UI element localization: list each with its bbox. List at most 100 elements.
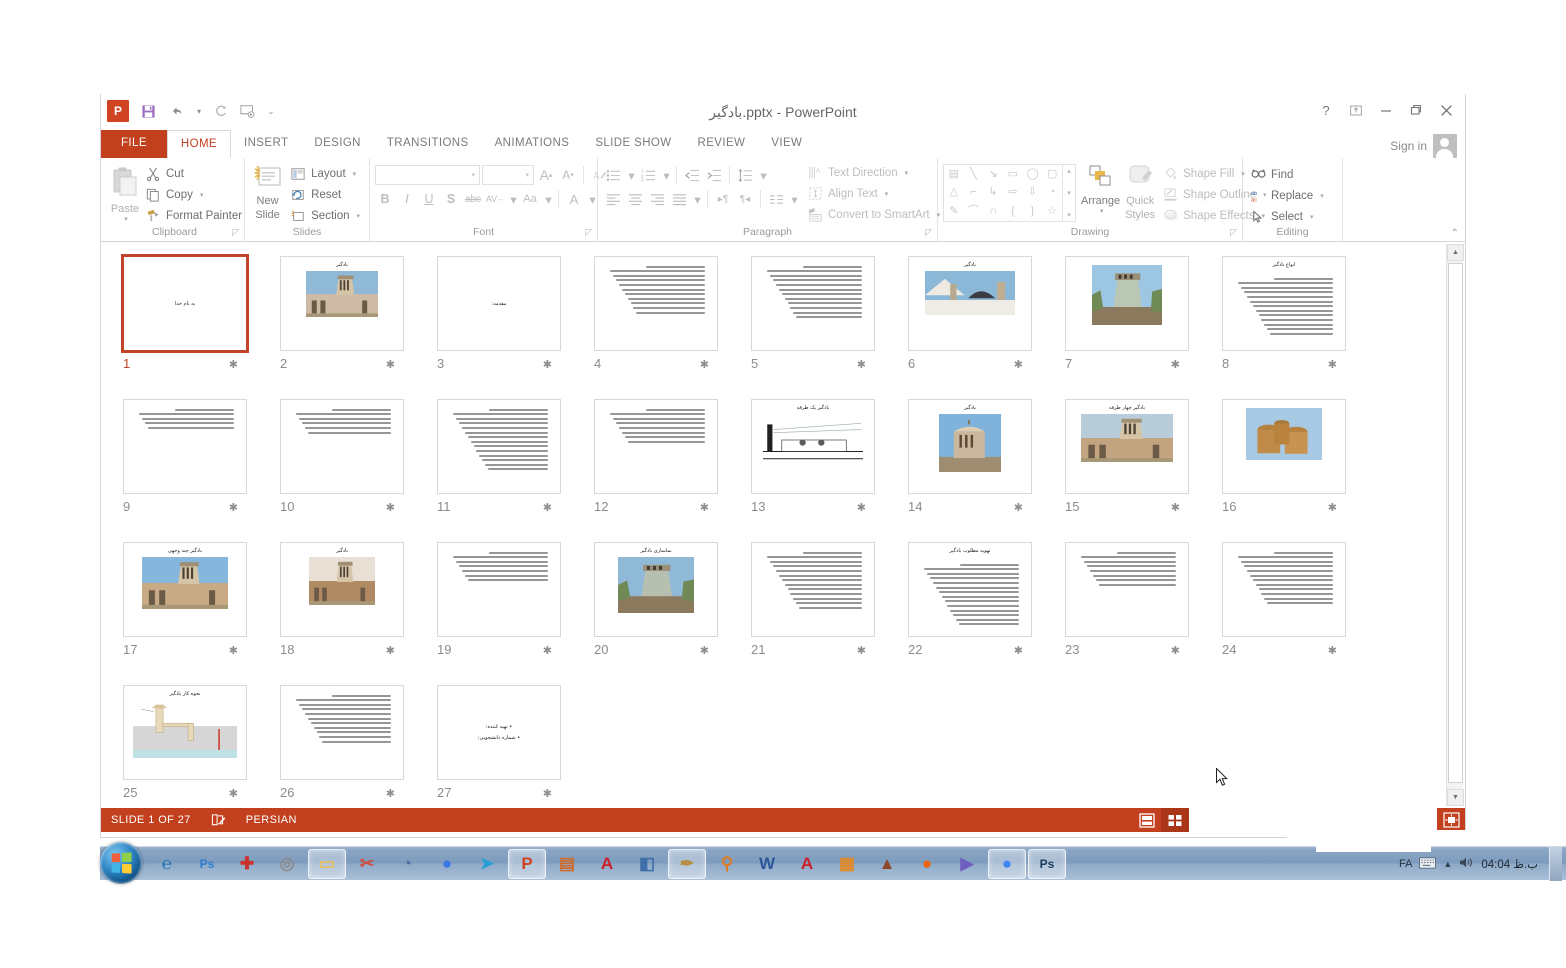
align-text-dropdown-icon[interactable]: ▾ (885, 190, 889, 198)
slide-animation-star-icon[interactable]: ✱ (543, 787, 552, 800)
slide-thumbnail[interactable] (594, 256, 718, 351)
slide-animation-star-icon[interactable]: ✱ (229, 644, 238, 657)
taskbar-item-windows-explorer[interactable]: ▭ (308, 848, 346, 879)
slide-animation-star-icon[interactable]: ✱ (543, 358, 552, 371)
scroll-down-button[interactable]: ▼ (1447, 789, 1464, 806)
taskbar-item-internet-explorer[interactable]: ℮ (148, 849, 186, 879)
redo-icon[interactable] (207, 99, 233, 123)
character-spacing-dropdown-icon[interactable]: ▾ (509, 189, 518, 209)
select-button[interactable]: Select ▾ (1248, 207, 1328, 226)
slide-thumbnail-cell[interactable]: 16 ✱ (1210, 393, 1367, 536)
slide-thumbnail[interactable]: انواع بادگیر (1222, 256, 1346, 351)
replace-dropdown-icon[interactable]: ▾ (1320, 192, 1324, 200)
triangle-shape-icon[interactable]: △ (950, 187, 958, 198)
arrange-dropdown-icon[interactable]: ▾ (1100, 207, 1104, 215)
show-hidden-icons-button[interactable]: ▲ (1443, 859, 1452, 869)
text-shadow-button[interactable]: S (441, 189, 461, 209)
help-button[interactable]: ? (1311, 98, 1341, 122)
customize-qat-icon[interactable]: ⌄ (265, 99, 277, 123)
shapes-gallery-scroll[interactable]: ▴ ▾ ▾ (1063, 164, 1076, 222)
shapes-more-icon[interactable]: ▾ (1067, 211, 1071, 219)
slide-thumbnail-cell[interactable]: بادگیر یک طرفه 13 ✱ (739, 393, 896, 536)
slide-animation-star-icon[interactable]: ✱ (1014, 501, 1023, 514)
bullets-button[interactable] (603, 165, 623, 185)
down-arrow-shape-icon[interactable]: ⇩ (1028, 187, 1037, 198)
taskbar-item-autocad[interactable]: A (788, 849, 826, 879)
show-desktop-button[interactable] (1549, 847, 1562, 881)
restore-button[interactable] (1401, 98, 1431, 122)
taskbar-item-media-player[interactable]: ▶ (948, 849, 986, 879)
justify-button[interactable] (669, 189, 689, 209)
font-color-dropdown-icon[interactable]: ▾ (588, 189, 597, 209)
strikethrough-button[interactable]: abc (463, 189, 483, 209)
slide-thumbnail[interactable]: • تهیه کننده: • شماره دانشجویی: (437, 685, 561, 780)
slide-thumbnail[interactable] (123, 399, 247, 494)
slide-thumbnail-cell[interactable]: 5 ✱ (739, 250, 896, 393)
slide-animation-star-icon[interactable]: ✱ (543, 501, 552, 514)
taskbar-item-powerpoint[interactable]: P (508, 848, 546, 879)
rtl-direction-button[interactable]: ¶◂ (735, 189, 755, 209)
slide-animation-star-icon[interactable]: ✱ (229, 501, 238, 514)
taskbar-item-search-everything[interactable]: ⚲ (708, 849, 746, 879)
slide-animation-star-icon[interactable]: ✱ (1014, 644, 1023, 657)
slide-thumbnail-cell[interactable]: 10 ✱ (268, 393, 425, 536)
taskbar-item-photoshop[interactable]: Ps (1028, 848, 1066, 879)
tab-review[interactable]: REVIEW (685, 130, 759, 158)
rounded-rect-shape-icon[interactable]: ▢ (1047, 168, 1057, 180)
drawing-dialog-launcher[interactable]: ◸ (1230, 227, 1237, 238)
italic-button[interactable]: I (397, 189, 417, 209)
scroll-up-button[interactable]: ▲ (1447, 244, 1464, 261)
slide-thumbnail-cell[interactable]: 26 ✱ (268, 679, 425, 808)
start-slideshow-icon[interactable] (235, 99, 261, 123)
slide-sorter-view-button[interactable] (1161, 808, 1189, 832)
slide-animation-star-icon[interactable]: ✱ (1328, 644, 1337, 657)
slide-thumbnail-cell[interactable]: 12 ✱ (582, 393, 739, 536)
slide-thumbnail[interactable]: نحوه کار بادگیر (123, 685, 247, 780)
slide-thumbnail-cell[interactable]: انواع بادگیر 8 ✱ (1210, 250, 1367, 393)
ribbon-display-options-button[interactable] (1341, 98, 1371, 122)
slide-thumbnail-cell[interactable]: 7 ✱ (1053, 250, 1210, 393)
slide-thumbnail[interactable] (437, 542, 561, 637)
textbox-shape-icon[interactable]: ▤ (949, 168, 959, 180)
slide-thumbnail-cell[interactable]: 19 ✱ (425, 536, 582, 679)
shapes-scroll-down-icon[interactable]: ▾ (1067, 189, 1071, 197)
underline-button[interactable]: U (419, 189, 439, 209)
zoom-slider[interactable] (1189, 808, 1437, 832)
slide-thumbnail[interactable]: بادگیر یک طرفه (751, 399, 875, 494)
taskbar-item-camera-tool[interactable]: ◎ (268, 849, 306, 879)
slide-sorter-pane[interactable]: به نام خدا 1 ✱ بادگیر 2 ✱ مقدمه: 3 ✱ 4 ✱ 5… (101, 242, 1465, 808)
shapes-gallery[interactable]: ▤ ╲ ↘ ▭ ◯ ▢ △ ⌐ ↳ ⇨ ⇩ ◔ ✎ ⌒ ∩ {} ☆ (943, 164, 1063, 222)
align-left-button[interactable] (603, 189, 623, 209)
slide-thumbnail-cell[interactable]: نحوه کار بادگیر 25 ✱ (111, 679, 268, 808)
slide-thumbnail[interactable] (1222, 542, 1346, 637)
slide-thumbnail[interactable] (1065, 256, 1189, 351)
rectangle-shape-icon[interactable]: ▭ (1008, 168, 1018, 180)
taskbar-item-telegram[interactable]: ➤ (468, 849, 506, 879)
notes-icon[interactable] (201, 813, 236, 827)
arc-shape-icon[interactable]: ∩ (989, 206, 997, 217)
numbering-button[interactable]: 123 (638, 165, 658, 185)
speaker-icon[interactable] (1459, 856, 1474, 872)
slide-thumbnail[interactable] (594, 399, 718, 494)
slide-thumbnail[interactable] (751, 256, 875, 351)
undo-icon[interactable] (163, 99, 189, 123)
slide-animation-star-icon[interactable]: ✱ (386, 501, 395, 514)
tab-slide-show[interactable]: SLIDE SHOW (582, 130, 684, 158)
increase-indent-button[interactable] (704, 165, 724, 185)
slide-thumbnail[interactable]: بادگیر (908, 256, 1032, 351)
normal-view-button[interactable] (1133, 808, 1161, 832)
taskbar-item-google-chrome[interactable]: ● (988, 848, 1026, 879)
taskbar-item-paint-brush-tool[interactable]: ✒ (668, 848, 706, 879)
taskbar-item-firefox[interactable]: ● (908, 849, 946, 879)
fit-slide-to-window-button[interactable] (1437, 808, 1465, 832)
slide-thumbnail-cell[interactable]: 4 ✱ (582, 250, 739, 393)
slide-animation-star-icon[interactable]: ✱ (386, 787, 395, 800)
taskbar-item-photoshop-cs[interactable]: Ps (188, 849, 226, 879)
slide-thumbnail-cell[interactable]: 24 ✱ (1210, 536, 1367, 679)
copy-dropdown-icon[interactable]: ▾ (200, 191, 204, 199)
slide-animation-star-icon[interactable]: ✱ (1014, 358, 1023, 371)
arrange-button[interactable]: Arrange ▾ (1081, 162, 1120, 215)
taskbar-item-winrar[interactable]: ▲ (868, 849, 906, 879)
change-case-button[interactable]: Aa (520, 189, 540, 209)
slide-animation-star-icon[interactable]: ✱ (700, 358, 709, 371)
